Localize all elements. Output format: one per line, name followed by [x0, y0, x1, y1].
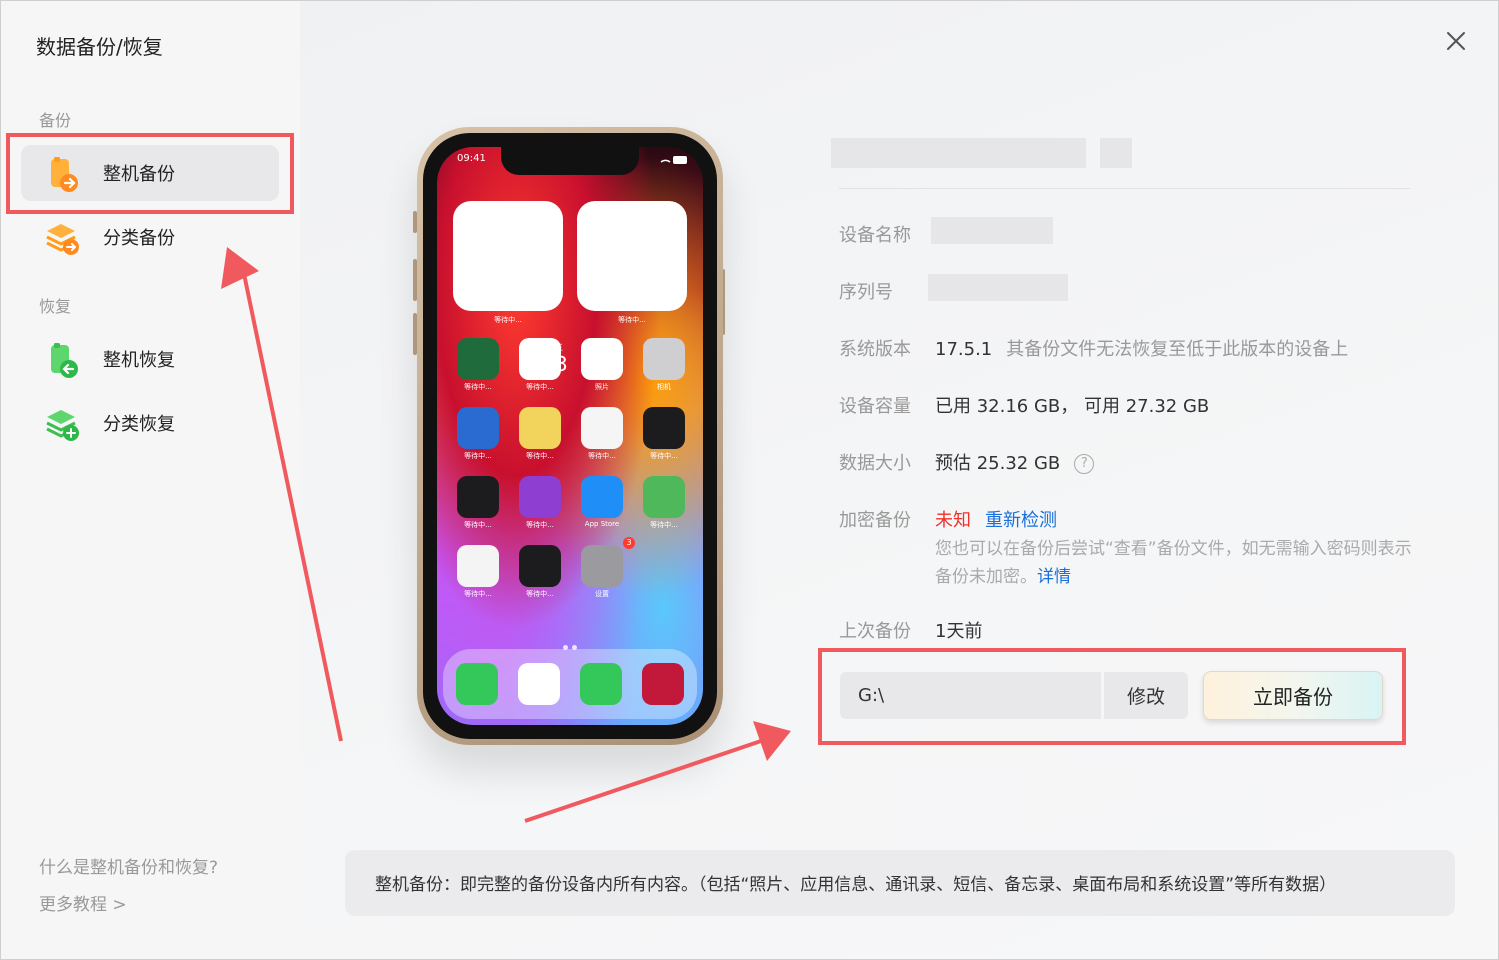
phone-app-caption: 等待中... [526, 383, 554, 391]
sidebar-item-category-restore[interactable]: 分类恢复 [21, 395, 279, 451]
phone-app-caption: 设置 [595, 590, 609, 598]
help-question-icon[interactable]: ? [1074, 454, 1095, 474]
phone-app-caption: App Store [584, 520, 620, 528]
phone-app-icon [581, 407, 623, 449]
section-label-backup: 备份 [39, 111, 72, 130]
data-size-value: 预估 25.32 GB [935, 453, 1061, 474]
phone-app-icon [643, 476, 685, 518]
battery-icon [660, 156, 687, 164]
device-tag-redacted [1100, 138, 1132, 168]
phone-app-icon [581, 338, 623, 380]
system-version-note: 其备份文件无法恢复至低于此版本的设备上 [1006, 339, 1349, 360]
data-size-row: 预估 25.32 GB? [935, 449, 1095, 475]
widget [577, 201, 687, 311]
phone-app-caption: 等待中... [464, 521, 492, 529]
full-restore-icon [51, 343, 78, 378]
bottom-description: 整机备份：即完整的备份设备内所有内容。（包括“照片、应用信息、通讯录、短信、备忘… [345, 850, 1455, 916]
settings-badge: 3 [623, 537, 635, 549]
phone-app-icon [457, 545, 499, 587]
widget-caption: 等待中... [494, 316, 522, 324]
system-version: 17.5.1 [935, 339, 993, 360]
phone-dock [443, 649, 697, 719]
phone-app-icon [643, 407, 685, 449]
close-icon[interactable] [1440, 25, 1472, 57]
sidebar-item-label: 分类恢复 [103, 414, 175, 435]
encrypt-row: 未知 重新检测 [935, 506, 1057, 532]
phone-app-caption: 等待中... [464, 452, 492, 460]
capacity-label: 设备容量 [839, 396, 911, 417]
sidebar-item-label: 分类备份 [103, 228, 175, 249]
phone-app-caption: 等待中... [526, 590, 554, 598]
music-app-icon [642, 663, 684, 705]
widget-caption: 等待中... [618, 316, 646, 324]
last-backup-label: 上次备份 [839, 621, 911, 642]
phone-app-icon [519, 407, 561, 449]
device-model-redacted [831, 138, 1086, 168]
sidebar-item-category-backup[interactable]: 分类备份 [21, 209, 279, 265]
system-version-value: 17.5.1 其备份文件无法恢复至低于此版本的设备上 [935, 335, 1348, 361]
section-label-restore: 恢复 [39, 297, 72, 316]
app-window: 数据备份/恢复 备份 整机备份 分类备份 恢复 整机恢复 分类恢复 什么是整机备… [0, 0, 1499, 960]
widget [453, 201, 563, 311]
phone-app-caption: 等待中... [650, 452, 678, 460]
encrypt-status: 未知 [935, 510, 971, 531]
phone-app-icon [519, 545, 561, 587]
phone-time: 09:41 [457, 153, 486, 164]
divider [839, 188, 1410, 189]
phone-app-icon [457, 338, 499, 380]
annotation-box [818, 648, 1406, 745]
sidebar-item-full-restore[interactable]: 整机恢复 [21, 331, 279, 387]
messages-app-icon [580, 663, 622, 705]
category-restore-icon [46, 410, 79, 441]
phone-preview: 09:41 等待中... 等待中... 等待中... 等待中... 照片 相机 等待中.… [417, 127, 723, 745]
phone-app-caption: 等待中... [526, 452, 554, 460]
calendar-day: 13 [542, 352, 568, 376]
encrypt-desc-text: 您也可以在备份后尝试“查看”备份文件，如无需输入密码则表示备份未加密。 [935, 539, 1412, 587]
safari-app-icon [518, 663, 560, 705]
phone-app-icon [581, 476, 623, 518]
device-name-label: 设备名称 [839, 225, 911, 246]
calendar-app: 周五 13 [534, 338, 576, 380]
phone-app-icon [581, 545, 623, 587]
phone-screen: 09:41 等待中... 等待中... 等待中... 等待中... 照片 相机 等待中.… [437, 147, 703, 725]
phone-app-caption: 等待中... [650, 521, 678, 529]
phone-app-caption: 等待中... [464, 590, 492, 598]
more-tutorials-link[interactable]: 更多教程 > [39, 890, 127, 915]
serial-redacted [928, 274, 1068, 301]
window-title: 数据备份/恢复 [36, 35, 163, 59]
details-link[interactable]: 详情 [1037, 567, 1071, 587]
encrypt-description: 您也可以在备份后尝试“查看”备份文件，如无需输入密码则表示备份未加密。详情 [935, 535, 1415, 591]
phone-app-caption: 相机 [657, 383, 671, 391]
capacity-value: 已用 32.16 GB， 可用 27.32 GB [935, 396, 1210, 417]
phone-app-caption: 等待中... [588, 452, 616, 460]
data-size-label: 数据大小 [839, 453, 911, 474]
serial-label: 序列号 [839, 282, 893, 303]
encrypt-label: 加密备份 [839, 510, 911, 531]
recheck-link[interactable]: 重新检测 [985, 510, 1057, 531]
phone-app-icon [457, 476, 499, 518]
category-backup-icon [46, 224, 79, 255]
phone-app-caption: 等待中... [464, 383, 492, 391]
annotation-box [6, 133, 294, 214]
last-backup-value: 1天前 [935, 621, 983, 642]
phone-app-icon [456, 663, 498, 705]
phone-app-caption: 照片 [595, 383, 609, 391]
help-link[interactable]: 什么是整机备份和恢复? [39, 853, 218, 878]
sidebar-item-label: 整机恢复 [103, 350, 175, 371]
device-name-redacted [931, 217, 1053, 244]
phone-app-icon [457, 407, 499, 449]
system-version-label: 系统版本 [839, 339, 911, 360]
phone-app-icon [643, 338, 685, 380]
phone-app-icon [519, 476, 561, 518]
phone-app-caption: 等待中... [526, 521, 554, 529]
